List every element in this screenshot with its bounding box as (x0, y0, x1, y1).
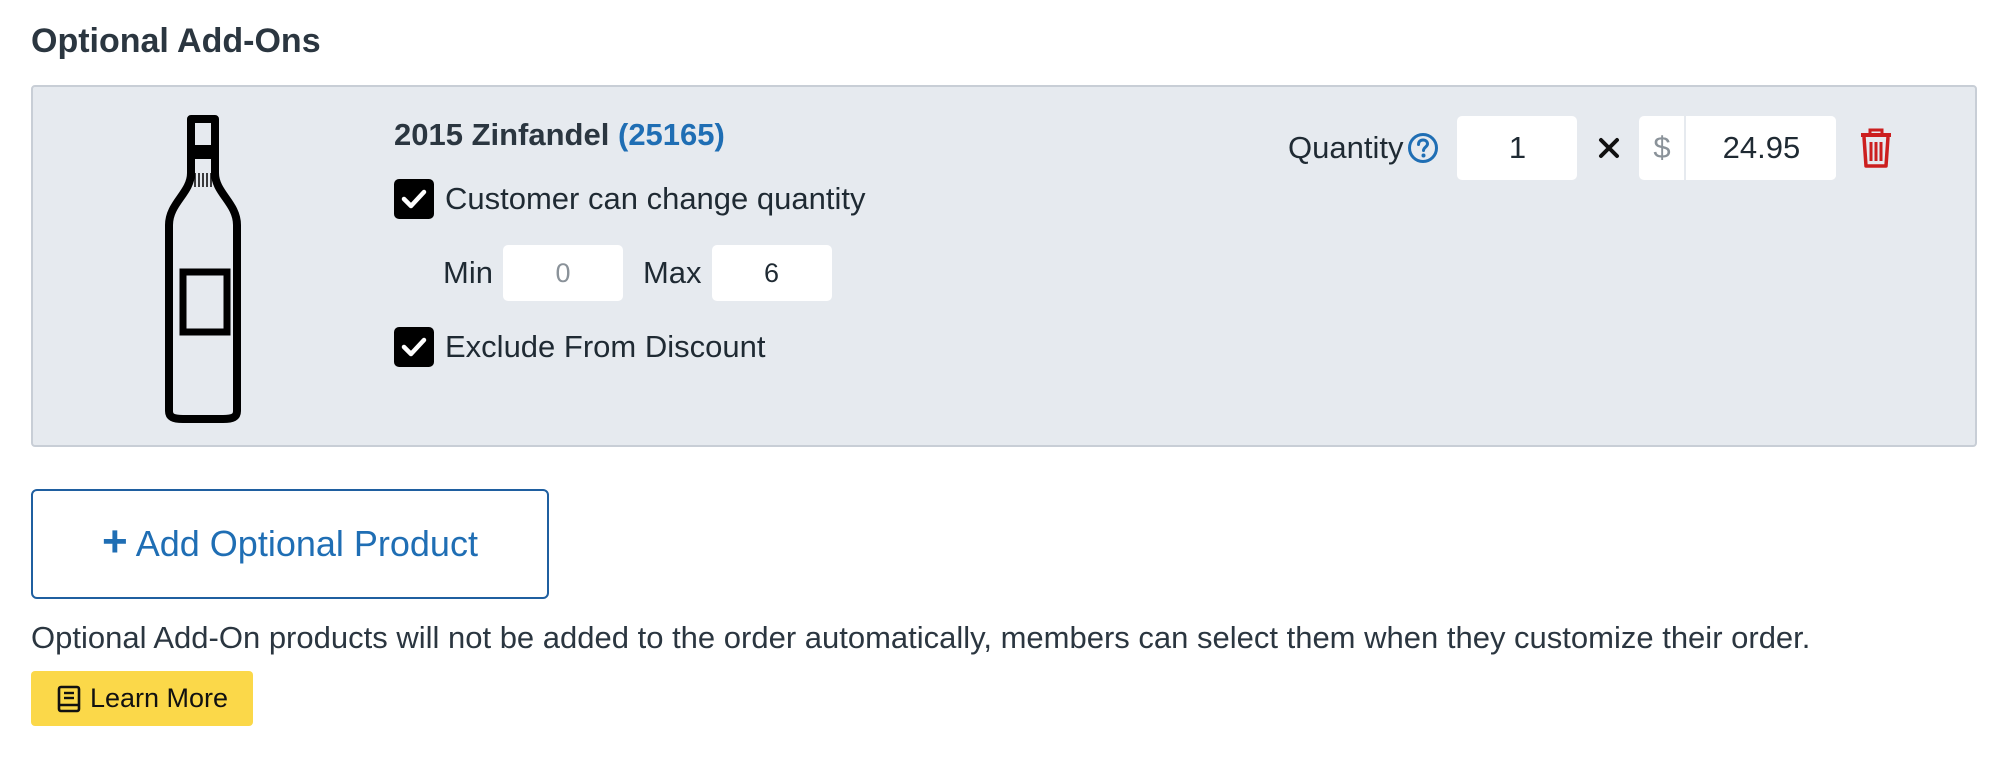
currency-symbol: $ (1639, 116, 1687, 180)
quantity-label: Quantity (1288, 130, 1404, 165)
product-name: 2015 Zinfandel (25165) (394, 117, 725, 153)
customer-change-quantity-checkbox[interactable] (394, 179, 434, 219)
price-input[interactable] (1686, 116, 1837, 180)
min-label: Min (443, 255, 493, 290)
min-max-row: Min Max (443, 245, 832, 301)
add-ons-help-text: Optional Add-On products will not be add… (31, 620, 1811, 655)
product-sku-link[interactable]: 25165 (628, 117, 714, 152)
exclude-discount-checkbox[interactable] (394, 327, 434, 367)
section-title: Optional Add-Ons (31, 22, 321, 60)
learn-more-label: Learn More (89, 683, 229, 713)
exclude-discount-label: Exclude From Discount (445, 329, 766, 364)
learn-more-button[interactable]: Learn More (31, 671, 253, 726)
times-icon (1597, 136, 1621, 160)
customer-change-quantity-label: Customer can change quantity (445, 181, 866, 216)
quantity-price-group: Quantity $ (1288, 116, 1894, 180)
product-title: 2015 Zinfandel (394, 117, 610, 152)
max-input[interactable] (711, 245, 832, 301)
sku-close-paren: ) (714, 117, 725, 152)
price-field: $ (1639, 116, 1837, 180)
checkmark-icon (401, 337, 427, 357)
trash-icon[interactable] (1858, 127, 1894, 169)
add-optional-product-button[interactable]: + Add Optional Product (31, 489, 549, 599)
checkmark-icon (401, 189, 427, 209)
sku-open-paren: ( (617, 117, 629, 152)
exclude-discount-row[interactable]: Exclude From Discount (394, 327, 765, 367)
min-input[interactable] (502, 245, 623, 301)
book-icon (57, 685, 81, 712)
wine-bottle-icon (165, 115, 241, 423)
max-label: Max (642, 255, 702, 290)
customer-change-quantity-row[interactable]: Customer can change quantity (394, 179, 865, 219)
plus-icon: + (102, 517, 128, 566)
add-optional-product-label: Add Optional Product (135, 523, 478, 564)
optional-product-card: 2015 Zinfandel (25165) Customer can chan… (31, 85, 1977, 447)
quantity-input[interactable] (1457, 116, 1578, 180)
question-circle-icon[interactable] (1407, 132, 1439, 164)
